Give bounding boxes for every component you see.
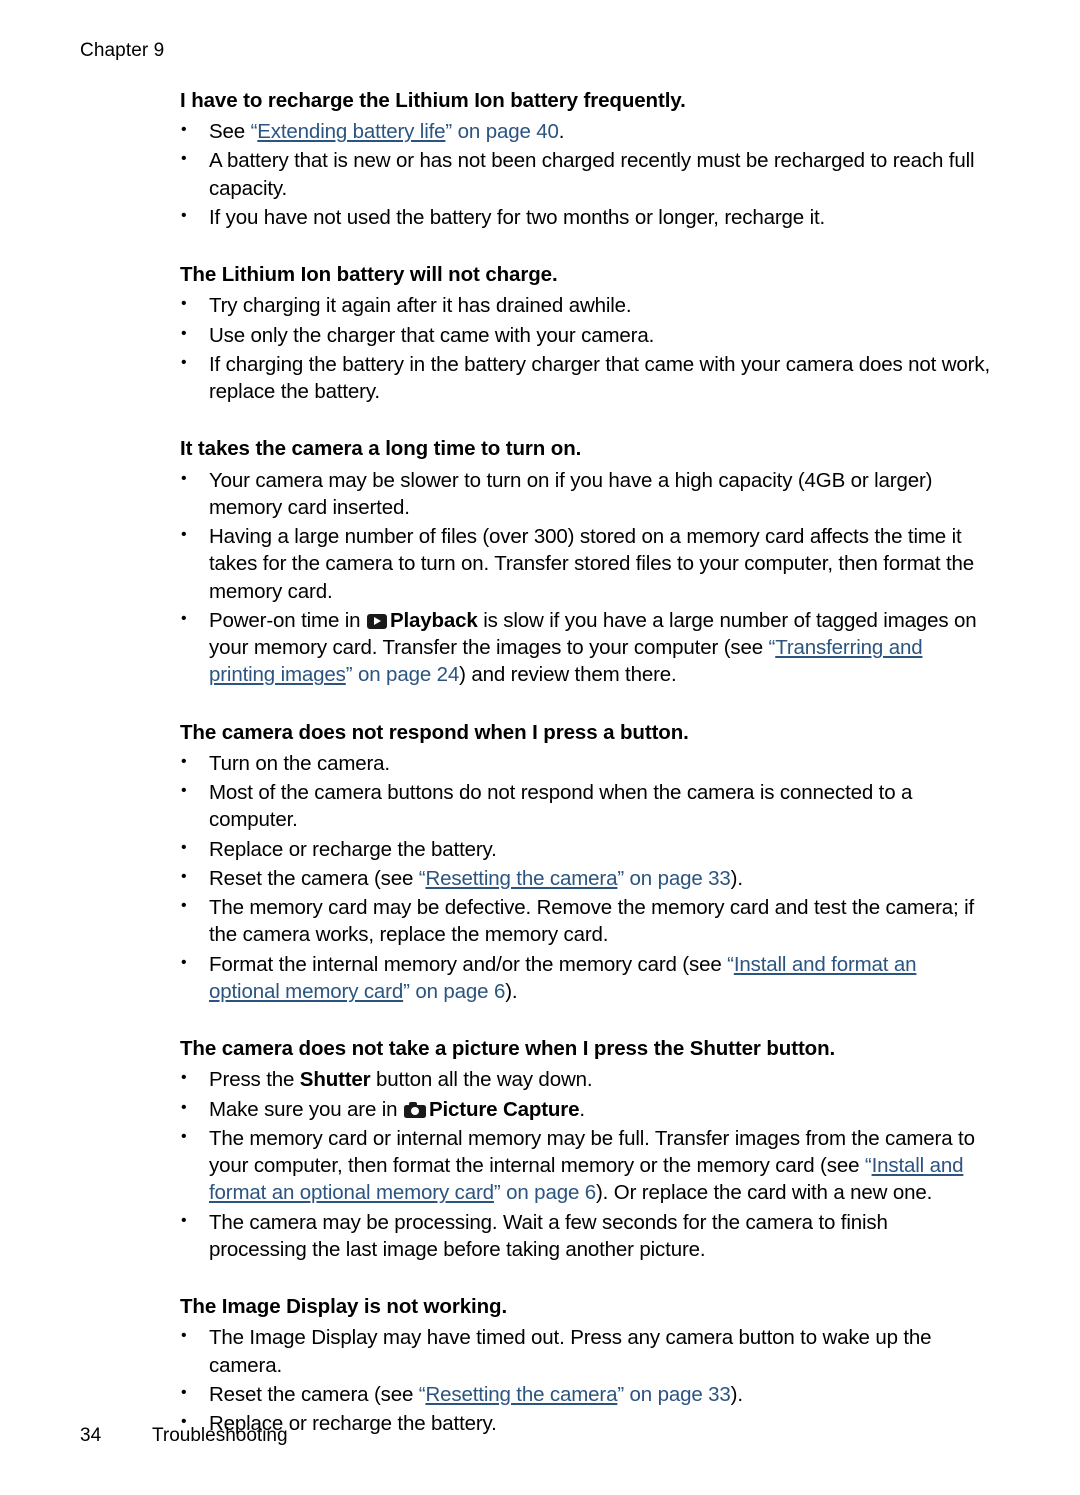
body-text: Make sure you are in [209,1097,403,1121]
cross-reference-page: on page 24 [352,663,460,687]
section-heading: The Image Display is not working. [180,1295,508,1319]
page-footer: 34 Troubleshooting [80,1425,288,1447]
emphasis-term: Shutter [299,1068,371,1092]
playback-icon [366,613,387,629]
body-text: . [558,120,565,144]
list-item: Replace or recharge the battery. [180,1409,990,1437]
list-item: If you have not used the battery for two… [180,203,990,231]
cross-reference-page: on page 6 [500,1181,596,1205]
quotation-mark: “ [727,952,734,976]
footer-section-name: Troubleshooting [152,1425,288,1446]
list-item: Replace or recharge the battery. [180,835,990,863]
emphasis-term: Picture Capture [428,1097,580,1121]
body-text: See [209,120,251,144]
list-item: Use only the charger that came with your… [180,321,990,349]
page-content: I have to recharge the Lithium Ion batte… [180,88,990,1439]
body-text: The camera may be processing. Wait a few… [209,1210,888,1261]
list-item: Reset the camera (see “Resetting the cam… [180,864,990,892]
body-text: Reset the camera (see [209,1382,419,1406]
body-text: Press the [209,1068,300,1092]
troubleshooting-section: The Image Display is not working. The Ima… [180,1294,990,1437]
body-text: . [579,1097,585,1121]
body-text: If charging the battery in the battery c… [209,352,991,404]
body-text: ). [730,1382,743,1406]
cross-reference-page: on page 33 [624,1382,731,1406]
cross-reference-page: on page 6 [409,979,506,1003]
body-text: Power-on time in [209,608,366,632]
bullet-list: Your camera may be slower to turn on if … [180,466,990,689]
section-heading: The Lithium Ion battery will not charge. [180,263,558,287]
body-text: ). Or replace the card with a new one. [596,1181,933,1205]
emphasis-term: Playback [389,608,478,632]
list-item: Make sure you are in Picture Capture. [180,1095,990,1123]
body-text: ). [730,866,743,890]
list-item: The camera may be processing. Wait a few… [180,1208,990,1264]
troubleshooting-section: I have to recharge the Lithium Ion batte… [180,88,990,231]
body-text: Having a large number of files (over 300… [209,525,975,603]
list-item: Press the Shutter button all the way dow… [180,1065,990,1093]
section-heading: It takes the camera a long time to turn … [180,437,582,461]
list-item: Having a large number of files (over 300… [180,522,990,605]
section-heading: The camera does not respond when I press… [180,720,689,744]
bullet-list: Press the Shutter button all the way dow… [180,1065,990,1264]
body-text: Use only the charger that came with your… [209,323,655,347]
troubleshooting-section: The Lithium Ion battery will not charge.… [180,262,990,405]
list-item: Most of the camera buttons do not respon… [180,778,990,834]
cross-reference-link[interactable]: Resetting the camera [425,867,617,890]
body-text: If you have not used the battery for two… [209,205,826,229]
body-text: The memory card or internal memory may b… [209,1126,975,1178]
body-text: Your camera may be slower to turn on if … [209,468,933,519]
list-item: Reset the camera (see “Resetting the cam… [180,1380,990,1408]
quotation-mark: “ [864,1154,872,1178]
list-item: Turn on the camera. [180,749,990,777]
body-text: ). [505,979,518,1003]
cross-reference-page: on page 33 [624,866,731,890]
bullet-list: Try charging it again after it has drain… [180,291,991,406]
list-item: Power-on time in Playback is slow if you… [180,606,990,689]
list-item: The memory card may be defective. Remove… [180,893,990,949]
list-item: The memory card or internal memory may b… [180,1124,990,1207]
troubleshooting-section: The camera does not take a picture when … [180,1036,990,1263]
list-item: See “Extending battery life” on page 40. [180,117,990,145]
quotation-mark: ” [493,1181,501,1205]
body-text: Most of the camera buttons do not respon… [209,781,913,832]
list-item: If charging the battery in the battery c… [180,350,991,406]
body-text: Turn on the camera. [209,751,390,775]
troubleshooting-section: The camera does not respond when I press… [180,720,990,1005]
body-text: The Image Display may have timed out. Pr… [209,1326,932,1377]
section-heading: The camera does not take a picture when … [180,1037,836,1061]
section-heading: I have to recharge the Lithium Ion batte… [180,89,686,112]
list-item: The Image Display may have timed out. Pr… [180,1323,990,1379]
list-item: Try charging it again after it has drain… [180,291,990,319]
list-item: Format the internal memory and/or the me… [180,950,990,1006]
body-text: Reset the camera (see [209,866,419,890]
body-text: button all the way down. [370,1068,593,1092]
body-text: Try charging it again after it has drain… [209,294,632,318]
list-item: Your camera may be slower to turn on if … [180,466,990,522]
list-item: A battery that is new or has not been ch… [180,146,990,202]
camera-icon [403,1101,426,1118]
body-text: ) and review them there. [459,663,677,687]
body-text: The memory card may be defective. Remove… [209,896,975,947]
cross-reference-page: on page 40 [452,120,559,144]
bullet-list: The Image Display may have timed out. Pr… [180,1323,990,1437]
quotation-mark: ” [403,979,410,1003]
bullet-list: Turn on the camera. Most of the camera bu… [180,749,990,1006]
body-text: A battery that is new or has not been ch… [209,149,975,200]
bullet-list: See “Extending battery life” on page 40.… [180,117,990,231]
body-text: Replace or recharge the battery. [209,837,497,861]
cross-reference-link[interactable]: Extending battery life [257,120,445,143]
body-text: Format the internal memory and/or the me… [209,952,728,976]
cross-reference-link[interactable]: Resetting the camera [425,1383,617,1406]
quotation-mark: ” [617,866,625,890]
troubleshooting-section: It takes the camera a long time to turn … [180,436,990,688]
running-head-chapter: Chapter 9 [80,40,165,61]
quotation-mark: ” [617,1382,625,1406]
footer-page-number: 34 [80,1425,102,1446]
document-page: Chapter 9 I have to recharge the Lithium… [0,0,1080,1495]
